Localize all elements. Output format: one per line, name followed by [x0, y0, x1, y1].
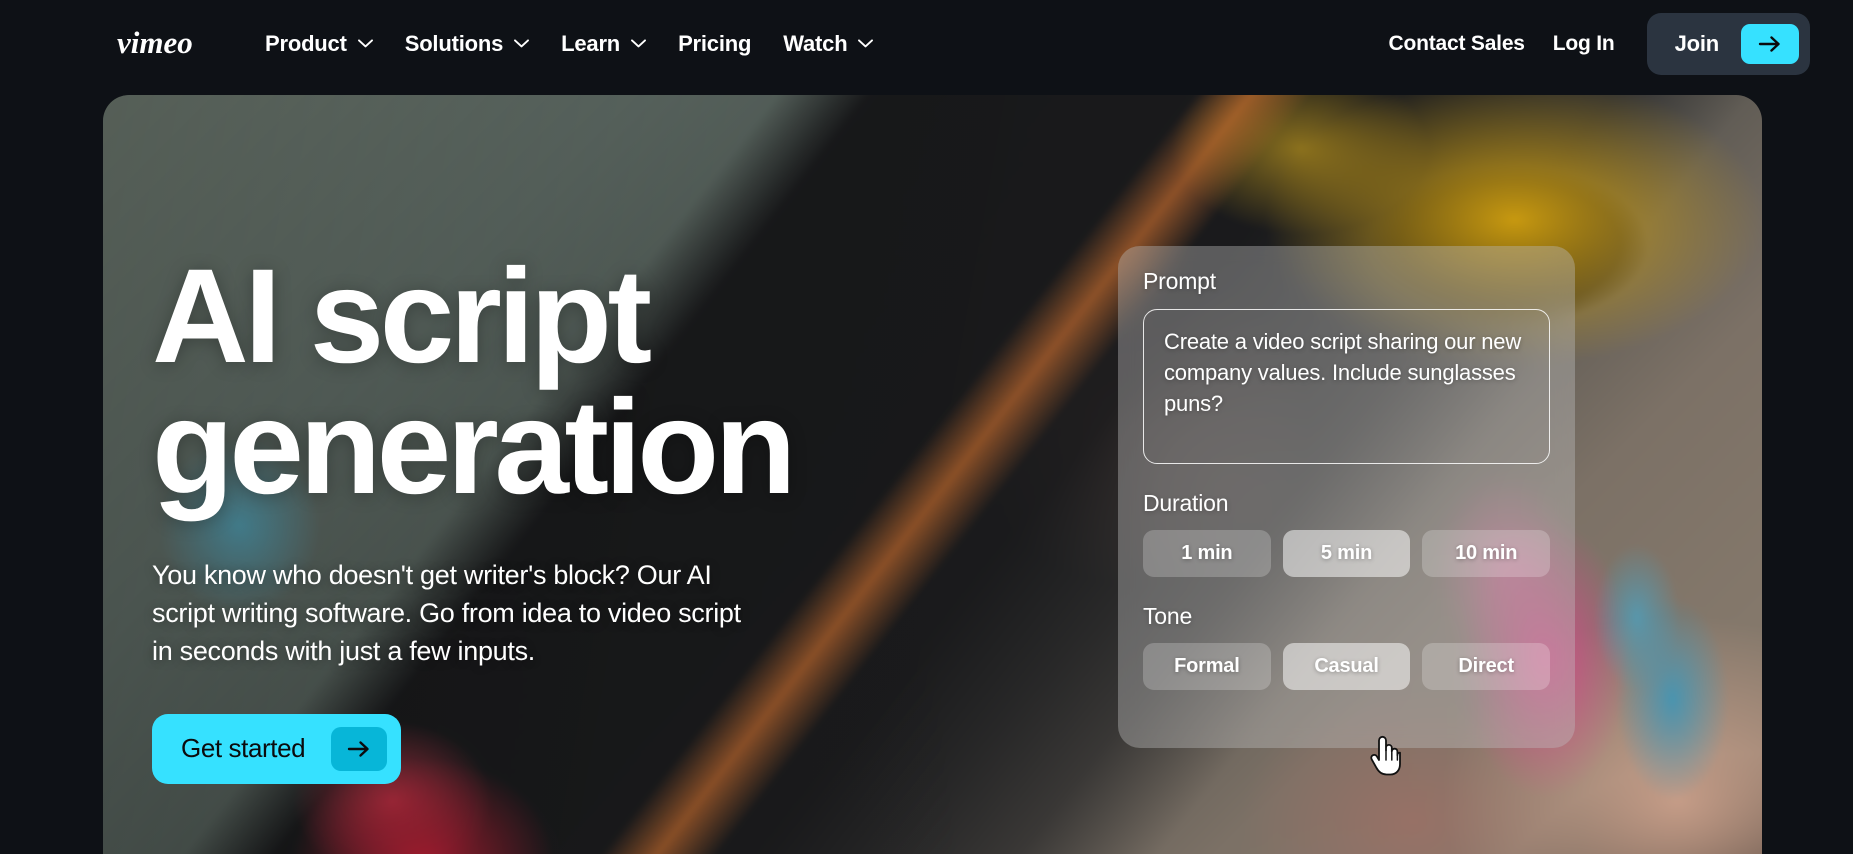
duration-options-group: 1 min 5 min 10 min — [1143, 530, 1551, 577]
nav-item-learn[interactable]: Learn — [545, 23, 662, 65]
headline-line-2: generation — [152, 373, 796, 523]
primary-nav-links: Product Solutions Learn Pricing Watch — [249, 23, 889, 65]
nav-item-label: Pricing — [678, 30, 752, 56]
contact-sales-link[interactable]: Contact Sales — [1375, 24, 1539, 64]
vimeo-wordmark: vimeo — [117, 27, 193, 60]
prompt-input[interactable]: Create a video script sharing our new co… — [1143, 309, 1550, 464]
prompt-label: Prompt — [1143, 268, 1216, 294]
get-started-button[interactable]: Get started — [152, 713, 402, 784]
nav-item-label: Learn — [561, 30, 621, 56]
duration-option-10min[interactable]: 10 min — [1422, 530, 1551, 577]
chevron-down-icon — [858, 39, 874, 48]
tone-option-formal[interactable]: Formal — [1143, 643, 1271, 690]
vimeo-ai-script-landing-page: vimeo Product Solutions Learn Pricing Wa… — [0, 0, 1853, 854]
nav-item-product[interactable]: Product — [249, 23, 389, 65]
duration-label: Duration — [1143, 490, 1229, 516]
tone-option-casual[interactable]: Casual — [1282, 643, 1411, 690]
get-started-label: Get started — [181, 733, 306, 764]
prompt-input-value: Create a video script sharing our new co… — [1164, 329, 1522, 417]
duration-option-1min[interactable]: 1 min — [1143, 530, 1271, 577]
page-title: AI script generation — [152, 250, 972, 523]
chevron-down-icon — [357, 39, 373, 48]
ai-script-prompt-panel: Prompt Create a video script sharing our… — [1118, 246, 1575, 748]
vimeo-logo[interactable]: vimeo — [117, 27, 213, 61]
hero-text-block: AI script generation You know who doesn'… — [152, 250, 972, 784]
arrow-right-icon — [1741, 23, 1799, 64]
hero-subcopy: You know who doesn't get writer's block?… — [152, 559, 741, 667]
hero-banner: AI script generation You know who doesn'… — [103, 95, 1762, 854]
pointing-hand-cursor — [1368, 733, 1402, 777]
join-button[interactable]: Join — [1646, 12, 1810, 75]
nav-item-label: Solutions — [404, 30, 504, 56]
nav-item-label: Watch — [783, 30, 848, 56]
chevron-down-icon — [631, 39, 647, 48]
arrow-right-icon — [331, 726, 388, 771]
nav-item-watch[interactable]: Watch — [767, 23, 889, 65]
duration-option-5min[interactable]: 5 min — [1282, 530, 1411, 577]
nav-item-label: Product — [265, 30, 347, 56]
top-navigation-bar: vimeo Product Solutions Learn Pricing Wa… — [0, 0, 1853, 87]
chevron-down-icon — [514, 39, 530, 48]
nav-item-solutions[interactable]: Solutions — [389, 23, 545, 65]
join-button-label: Join — [1674, 30, 1720, 56]
tone-label: Tone — [1143, 603, 1193, 629]
tone-option-direct[interactable]: Direct — [1422, 643, 1551, 690]
headline-line-1: AI script — [152, 242, 652, 391]
log-in-link[interactable]: Log In — [1539, 24, 1629, 64]
nav-item-pricing[interactable]: Pricing — [662, 23, 767, 65]
tone-options-group: Formal Casual Direct — [1143, 643, 1551, 690]
nav-actions: Contact Sales Log In Join — [1375, 12, 1810, 75]
